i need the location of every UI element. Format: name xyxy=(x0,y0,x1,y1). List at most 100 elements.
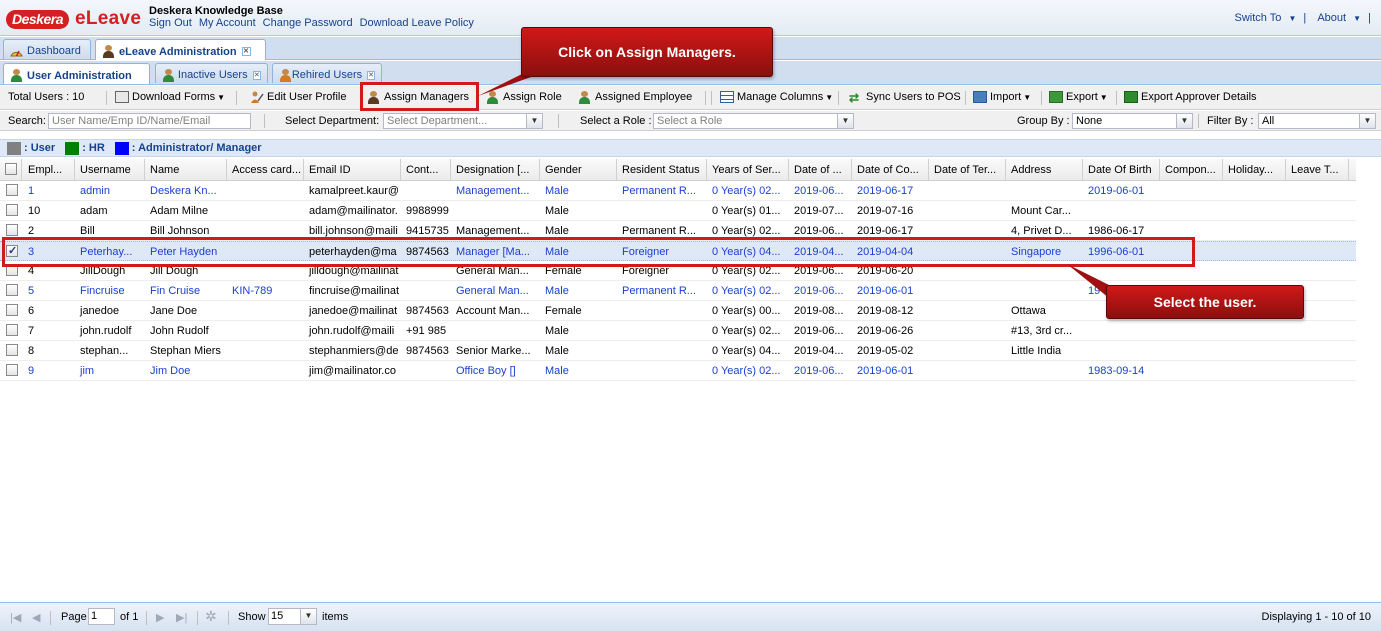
import-button[interactable]: Import ▼ xyxy=(973,91,1031,103)
sign-out-link[interactable]: Sign Out xyxy=(149,17,192,29)
my-account-link[interactable]: My Account xyxy=(199,17,256,29)
select-all-checkbox[interactable] xyxy=(5,163,17,175)
column-header[interactable]: Empl... xyxy=(23,159,75,181)
select-all-header[interactable] xyxy=(0,159,22,181)
column-header[interactable]: Resident Status xyxy=(617,159,707,181)
table-row[interactable]: 8 stephan... Stephan Miers stephanmiers@de 9… xyxy=(0,341,1356,361)
next-page-icon[interactable]: ▶ xyxy=(156,611,164,624)
about-menu[interactable]: About ▼ xyxy=(1313,12,1361,24)
table-cell: 2019-06... xyxy=(794,365,844,377)
export-approver-details-button[interactable]: Export Approver Details xyxy=(1124,91,1257,103)
tab-user-administration[interactable]: User Administration xyxy=(3,63,150,84)
chevron-down-icon[interactable]: ▼ xyxy=(526,113,543,129)
tab-dashboard[interactable]: Dashboard xyxy=(3,39,91,59)
refresh-icon[interactable]: ✲ xyxy=(205,608,217,625)
column-header[interactable]: Date Of Birth xyxy=(1083,159,1160,181)
table-cell: 9 xyxy=(28,365,35,377)
row-checkbox[interactable] xyxy=(6,324,18,336)
manage-columns-button[interactable]: Manage Columns ▼ xyxy=(720,91,833,103)
row-checkbox[interactable] xyxy=(6,224,18,236)
form-icon xyxy=(115,91,129,103)
chevron-down-icon[interactable]: ▼ xyxy=(1176,113,1193,129)
column-header[interactable]: Compon... xyxy=(1160,159,1223,181)
table-cell xyxy=(401,281,451,300)
group-by-select[interactable]: None xyxy=(1072,113,1177,129)
page-label: Page xyxy=(61,611,87,623)
table-cell: 2019-06-01 xyxy=(857,365,914,377)
table-cell: Account Man... xyxy=(456,305,530,317)
row-checkbox[interactable] xyxy=(6,204,18,216)
import-icon xyxy=(973,91,987,103)
column-header[interactable]: Cont... xyxy=(401,159,451,181)
column-header[interactable]: Date of ... xyxy=(789,159,852,181)
app-logo[interactable]: Deskera eLeave xyxy=(6,8,141,30)
assigned-employee-button[interactable]: Assigned Employee xyxy=(578,91,692,104)
row-checkbox[interactable] xyxy=(6,344,18,356)
filter-by-select[interactable]: All xyxy=(1258,113,1360,129)
chevron-down-icon[interactable]: ▼ xyxy=(300,608,317,625)
table-cell: 2019-05-02 xyxy=(857,345,914,357)
chevron-down-icon[interactable]: ▼ xyxy=(837,113,854,129)
column-header[interactable]: Gender xyxy=(540,159,617,181)
close-icon[interactable]: ✕ xyxy=(241,47,251,56)
table-cell: 6 xyxy=(28,305,35,317)
switch-to-menu[interactable]: Switch To ▼ xyxy=(1231,12,1297,24)
table-cell xyxy=(1286,201,1349,220)
tab-eleave-administration[interactable]: eLeave Administration ✕ xyxy=(95,39,266,60)
page-number-input[interactable]: 1 xyxy=(88,608,115,625)
chevron-down-icon[interactable]: ▼ xyxy=(1359,113,1376,129)
table-cell: 2019-07-16 xyxy=(857,205,914,217)
edit-user-profile-button[interactable]: Edit User Profile xyxy=(250,91,346,103)
column-header[interactable]: Username xyxy=(75,159,145,181)
column-header[interactable]: Email ID xyxy=(304,159,401,181)
download-leave-policy-link[interactable]: Download Leave Policy xyxy=(360,17,474,29)
table-cell xyxy=(1160,361,1223,380)
last-page-icon[interactable]: ▶| xyxy=(176,611,187,624)
sync-users-button[interactable]: ⇄ Sync Users to POS xyxy=(849,91,961,105)
table-cell: KIN-789 xyxy=(232,285,273,297)
row-checkbox[interactable] xyxy=(6,304,18,316)
page-size-select[interactable]: 15 xyxy=(268,608,302,625)
tab-rehired-users[interactable]: Rehired Users ✕ xyxy=(272,63,382,83)
column-header[interactable]: Designation [... xyxy=(451,159,540,181)
table-row[interactable]: 9 jim Jim Doe jim@mailinator.co Office Boy [… xyxy=(0,361,1356,381)
search-input[interactable]: User Name/Emp ID/Name/Email xyxy=(48,113,251,129)
user-color-swatch xyxy=(7,141,21,155)
table-cell: 2019-06-26 xyxy=(857,325,914,337)
column-header[interactable]: Date of Co... xyxy=(852,159,929,181)
table-cell: Deskera Kn... xyxy=(150,185,217,197)
tab-inactive-users[interactable]: Inactive Users ✕ xyxy=(155,63,268,83)
column-header[interactable]: Date of Ter... xyxy=(929,159,1006,181)
header-links: Sign Out My Account Change Password Downloa… xyxy=(149,17,481,29)
table-cell: Male xyxy=(545,185,569,197)
table-row[interactable]: 1 admin Deskera Kn... kamalpreet.kaur@ Manag… xyxy=(0,181,1356,201)
close-icon[interactable]: ✕ xyxy=(367,70,375,80)
table-cell: Permanent R... xyxy=(622,185,696,197)
row-checkbox[interactable] xyxy=(6,284,18,296)
department-select[interactable]: Select Department... xyxy=(383,113,527,129)
export-button[interactable]: Export ▼ xyxy=(1049,91,1108,103)
row-checkbox[interactable] xyxy=(6,184,18,196)
assign-managers-highlight xyxy=(360,82,479,111)
close-icon[interactable]: ✕ xyxy=(252,70,261,80)
table-cell: 10 xyxy=(28,205,41,217)
select-user-callout: Select the user. xyxy=(1106,285,1304,319)
prev-page-icon[interactable]: ◀ xyxy=(32,611,40,624)
table-row[interactable]: 10 adam Adam Milne adam@mailinator. 9988999 M… xyxy=(0,201,1356,221)
row-checkbox[interactable] xyxy=(6,364,18,376)
column-header[interactable]: Access card... xyxy=(227,159,304,181)
table-cell: 0 Year(s) 02... xyxy=(712,285,781,297)
table-cell: +91 985 xyxy=(406,325,447,337)
column-header[interactable]: Leave T... xyxy=(1286,159,1349,181)
column-header[interactable]: Name xyxy=(145,159,227,181)
column-header[interactable]: Address xyxy=(1006,159,1083,181)
download-forms-button[interactable]: Download Forms ▼ xyxy=(115,91,225,103)
first-page-icon[interactable]: |◀ xyxy=(10,611,21,624)
change-password-link[interactable]: Change Password xyxy=(263,17,353,29)
column-header[interactable]: Years of Ser... xyxy=(707,159,789,181)
table-row[interactable]: 7 john.rudolf John Rudolf john.rudolf@maili… xyxy=(0,321,1356,341)
displaying-count: Displaying 1 - 10 of 10 xyxy=(1261,611,1371,623)
dashboard-icon xyxy=(10,45,23,58)
role-select[interactable]: Select a Role xyxy=(653,113,838,129)
column-header[interactable]: Holiday... xyxy=(1223,159,1286,181)
